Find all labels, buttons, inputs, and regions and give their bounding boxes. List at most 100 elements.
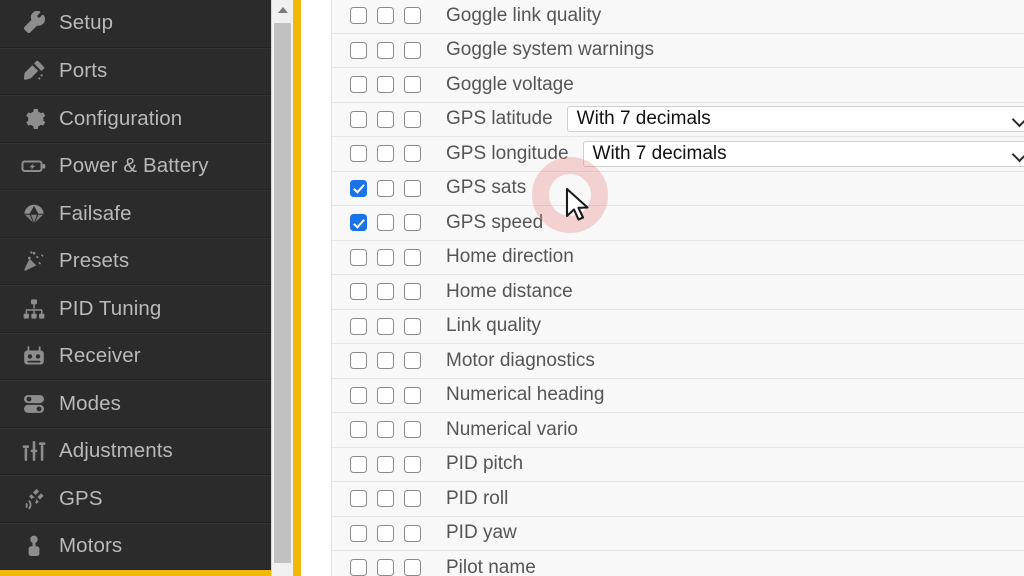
osd-element-label: Goggle link quality [446,4,602,26]
osd-profile-1-checkbox[interactable] [350,352,367,370]
osd-element-label: GPS speed [446,211,544,233]
osd-profile-3-checkbox[interactable] [404,110,421,128]
osd-profile-3-checkbox[interactable] [404,145,421,163]
sidebar-item-gps[interactable]: GPS [0,475,271,523]
scrollbar-thumb[interactable] [274,23,291,563]
osd-element-label: Home distance [446,280,573,302]
osd-profile-1-checkbox[interactable] [350,317,367,335]
osd-profile-3-checkbox[interactable] [404,214,421,232]
osd-profile-1-checkbox[interactable] [350,110,367,128]
osd-profile-3-checkbox[interactable] [404,7,421,25]
osd-profile-1-checkbox[interactable] [350,490,367,508]
osd-profile-1-checkbox[interactable] [350,455,367,473]
osd-profile-1-checkbox[interactable] [350,41,367,59]
osd-profile-checkbox-group [350,421,421,439]
sidebar-item-label: Failsafe [59,201,132,225]
osd-profile-1-checkbox[interactable] [350,421,367,439]
osd-profile-2-checkbox[interactable] [377,145,394,163]
osd-element-label: GPS sats [446,177,527,199]
sidebar-item-power-battery[interactable]: Power & Battery [0,142,271,190]
osd-profile-1-checkbox[interactable] [350,248,367,266]
sidebar-item-ports[interactable]: Ports [0,47,271,95]
wrench-icon [19,10,49,36]
sidebar-item-motors[interactable]: Motors [0,522,271,570]
osd-profile-2-checkbox[interactable] [377,283,394,301]
osd-profile-2-checkbox[interactable] [377,559,394,576]
osd-element-label: PID yaw [446,522,517,544]
sidebar-item-label: Presets [59,249,130,273]
osd-profile-2-checkbox[interactable] [377,110,394,128]
betaflight-configurator-window: Setup Ports Configuration Power & Battery Fa… [0,0,1024,576]
osd-element-row: PID pitch [332,447,1024,482]
osd-element-row: Home distance [332,275,1024,310]
osd-profile-3-checkbox[interactable] [404,317,421,335]
osd-profile-2-checkbox[interactable] [377,490,394,508]
osd-profile-1-checkbox[interactable] [350,179,367,197]
osd-profile-2-checkbox[interactable] [377,76,394,94]
sidebar-item-adjustments[interactable]: Adjustments [0,427,271,475]
sliders-icon [19,438,49,464]
osd-profile-3-checkbox[interactable] [404,248,421,266]
osd-element-label: GPS longitude [446,142,569,164]
osd-profile-1-checkbox[interactable] [350,386,367,404]
sidebar-scrollbar[interactable] [271,0,293,576]
osd-profile-checkbox-group [350,317,421,335]
osd-profile-1-checkbox[interactable] [350,283,367,301]
osd-element-format-select[interactable]: With 7 decimals [566,106,1024,133]
osd-profile-2-checkbox[interactable] [377,214,394,232]
osd-profile-2-checkbox[interactable] [377,317,394,335]
triangle-up-glyph [277,7,288,13]
osd-profile-3-checkbox[interactable] [404,41,421,59]
gear-icon [19,106,49,132]
scroll-up-arrow-icon[interactable] [272,0,293,20]
osd-element-label: Motor diagnostics [446,349,595,371]
sidebar-navigation: Setup Ports Configuration Power & Battery Fa… [0,0,271,570]
osd-profile-3-checkbox[interactable] [404,179,421,197]
sidebar-item-failsafe[interactable]: Failsafe [0,190,271,238]
osd-profile-3-checkbox[interactable] [404,455,421,473]
osd-profile-2-checkbox[interactable] [377,524,394,542]
sidebar-item-configuration[interactable]: Configuration [0,95,271,143]
osd-profile-3-checkbox[interactable] [404,524,421,542]
battery-icon [19,153,49,179]
sidebar-item-receiver[interactable]: Receiver [0,332,271,380]
osd-element-label: Home direction [446,246,574,268]
osd-profile-2-checkbox[interactable] [377,179,394,197]
osd-profile-2-checkbox[interactable] [377,386,394,404]
osd-profile-3-checkbox[interactable] [404,559,421,576]
osd-profile-checkbox-group [350,524,421,542]
osd-profile-3-checkbox[interactable] [404,386,421,404]
osd-profile-3-checkbox[interactable] [404,352,421,370]
sidebar-item-setup[interactable]: Setup [0,0,271,48]
osd-profile-3-checkbox[interactable] [404,490,421,508]
osd-profile-1-checkbox[interactable] [350,145,367,163]
osd-profile-1-checkbox[interactable] [350,76,367,94]
osd-profile-3-checkbox[interactable] [404,421,421,439]
osd-profile-3-checkbox[interactable] [404,76,421,94]
osd-profile-2-checkbox[interactable] [377,41,394,59]
osd-profile-checkbox-group [350,352,421,370]
osd-profile-1-checkbox[interactable] [350,7,367,25]
osd-profile-2-checkbox[interactable] [377,421,394,439]
osd-profile-checkbox-group [350,179,421,197]
sidebar-item-modes[interactable]: Modes [0,380,271,428]
sidebar-item-presets[interactable]: Presets [0,237,271,285]
osd-profile-2-checkbox[interactable] [377,455,394,473]
sidebar-item-pid-tuning[interactable]: PID Tuning [0,285,271,333]
osd-elements-panel: Goggle link quality Goggle system warning… [301,0,1024,576]
transmitter-icon [19,343,49,369]
osd-element-format-select[interactable]: With 7 decimals [582,140,1024,167]
osd-profile-checkbox-group [350,490,421,508]
osd-profile-1-checkbox[interactable] [350,559,367,576]
sidebar-item-label: Power & Battery [59,154,209,178]
sidebar-item-label: Setup [59,11,114,35]
osd-element-label: PID pitch [446,453,524,475]
osd-element-row: GPS longitude With 7 decimals [332,137,1024,172]
osd-profile-2-checkbox[interactable] [377,7,394,25]
osd-profile-1-checkbox[interactable] [350,524,367,542]
osd-profile-3-checkbox[interactable] [404,283,421,301]
osd-profile-2-checkbox[interactable] [377,352,394,370]
sidebar-item-label: Motors [59,534,123,558]
osd-profile-2-checkbox[interactable] [377,248,394,266]
osd-profile-1-checkbox[interactable] [350,214,367,232]
